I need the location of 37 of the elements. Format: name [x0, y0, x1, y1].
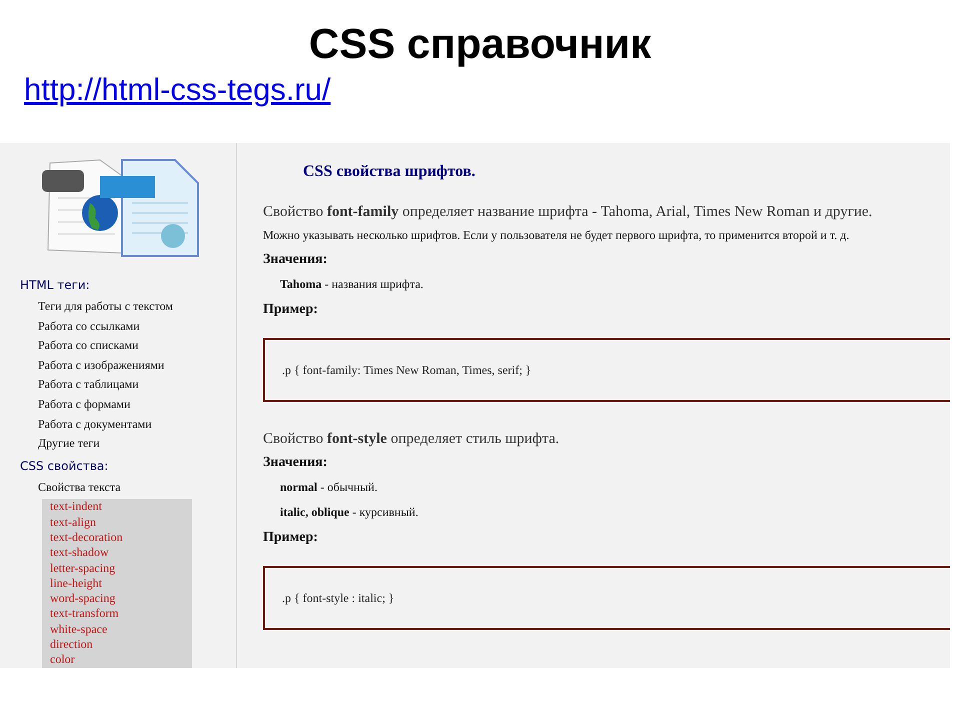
property-link[interactable]: direction: [50, 637, 93, 652]
code-text: .p { font-family: Times New Roman, Times, serif; }: [282, 362, 532, 379]
sidebar-heading: HTML теги:: [20, 277, 91, 294]
sidebar-link[interactable]: Другие теги: [20, 434, 236, 454]
section-heading: CSS свойства шрифтов.: [303, 162, 476, 182]
label-text: Пример:: [263, 529, 318, 547]
property-link[interactable]: text-indent: [50, 499, 102, 515]
sidebar-link[interactable]: Работа со списками: [20, 336, 236, 356]
property-link[interactable]: line-height: [50, 576, 102, 592]
property-link[interactable]: text-decoration: [50, 530, 123, 546]
code-text: .p { font-style : italic; }: [282, 590, 394, 607]
property-link[interactable]: text-transform: [50, 606, 119, 622]
sidebar-link[interactable]: Работа с документами: [20, 414, 236, 434]
sidebar-link[interactable]: Работа с изображениями: [20, 356, 236, 376]
label-text: Значения:: [263, 251, 328, 269]
property-link[interactable]: color: [50, 652, 75, 668]
description-text: Свойство font-family определяет название шрифта - Tahoma, Arial, Times New Roman и другие.: [263, 203, 872, 222]
property-link[interactable]: word-spacing: [50, 591, 116, 606]
description-text: Свойство font-style определяет стиль шрифта.: [263, 430, 560, 449]
sidebar-link[interactable]: Свойства текста: [20, 478, 236, 498]
sidebar-link[interactable]: Работа со ссылками: [20, 316, 236, 336]
label-text: Пример:: [263, 301, 318, 319]
site-link[interactable]: http://html-css-tegs.ru/: [24, 72, 331, 107]
slide-title: CSS справочник: [308, 19, 652, 69]
value-text: italic, oblique - курсивный.: [280, 504, 418, 521]
property-link[interactable]: letter-spacing: [50, 560, 116, 576]
value-text: Tahoma - названия шрифта.: [280, 276, 424, 293]
sidebar-link[interactable]: Работа с формами: [20, 394, 236, 415]
label-text: Значения:: [263, 454, 328, 472]
sidebar-link[interactable]: Работа с таблицами: [20, 375, 236, 395]
value-text: normal - обычный.: [280, 479, 378, 496]
sidebar-link[interactable]: Теги для работы с текстом: [20, 297, 236, 317]
property-link[interactable]: white-space: [50, 622, 108, 638]
note-text: Можно указывать несколько шрифтов. Если у пользователя не будет первого шрифта, то применится второй и т. д.: [263, 227, 850, 244]
sidebar-heading: CSS свойства:: [20, 458, 110, 475]
property-link[interactable]: text-align: [50, 514, 96, 530]
property-link[interactable]: text-shadow: [50, 545, 109, 561]
